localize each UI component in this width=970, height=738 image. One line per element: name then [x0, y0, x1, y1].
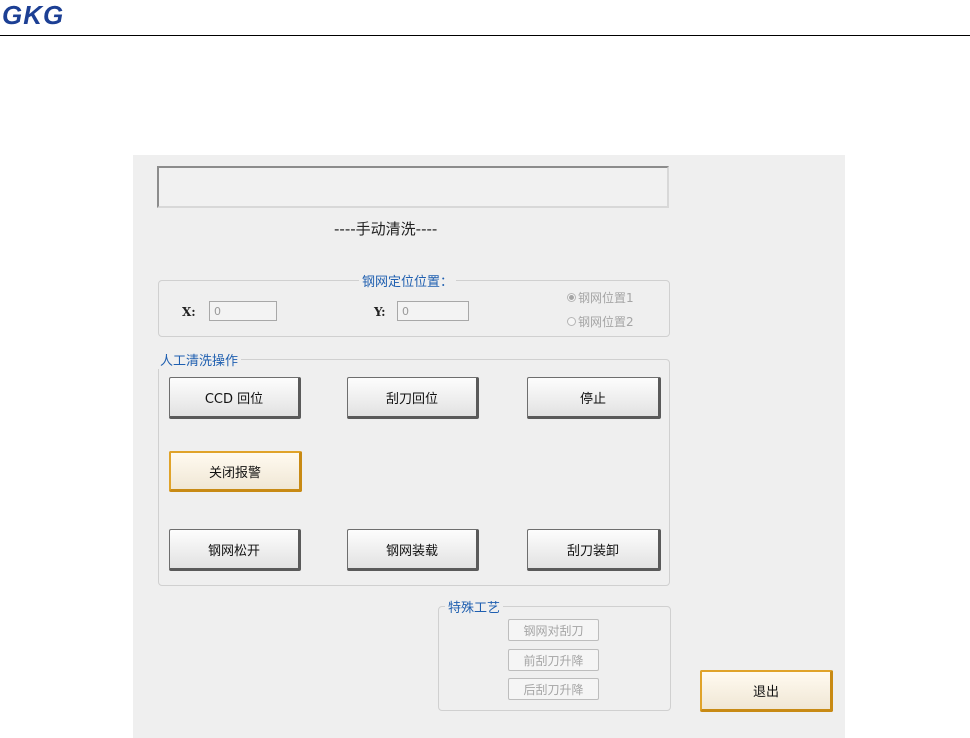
message-display [157, 166, 669, 208]
gkg-logo: GKG [2, 0, 65, 30]
rear-squeegee-lift-button[interactable]: 后刮刀升降 [508, 678, 599, 700]
radio-selected-icon [567, 293, 576, 302]
y-input[interactable] [397, 301, 469, 321]
stop-button[interactable]: 停止 [527, 377, 661, 419]
squeegee-mount-button[interactable]: 刮刀装卸 [527, 529, 661, 571]
y-label: Y: [374, 305, 386, 319]
stencil-position-2-radio[interactable]: 钢网位置2 [567, 313, 634, 330]
ccd-home-button[interactable]: CCD 回位 [169, 377, 301, 419]
manual-cleaning-legend: 人工清洗操作 [160, 354, 239, 369]
x-input[interactable] [209, 301, 277, 321]
x-label: X: [182, 305, 196, 319]
header-divider [0, 35, 970, 36]
stencil-release-button[interactable]: 钢网松开 [169, 529, 301, 571]
exit-button[interactable]: 退出 [700, 670, 833, 712]
stencil-to-squeegee-button[interactable]: 钢网对刮刀 [508, 619, 599, 641]
stencil-position-2-label: 钢网位置2 [578, 315, 634, 329]
mode-title: ----手动清洗---- [334, 220, 438, 238]
radio-unselected-icon [567, 317, 576, 326]
stencil-position-1-radio[interactable]: 钢网位置1 [567, 289, 634, 306]
special-process-legend: 特殊工艺 [448, 601, 501, 616]
manual-cleaning-panel: ----手动清洗---- 钢网定位位置： X: Y: 钢网位置1 钢网位置2 人… [133, 155, 845, 738]
close-alarm-button[interactable]: 关闭报警 [169, 451, 302, 492]
stencil-position-legend: 钢网定位位置： [362, 275, 454, 290]
stencil-position-1-label: 钢网位置1 [578, 291, 634, 305]
front-squeegee-lift-button[interactable]: 前刮刀升降 [508, 649, 599, 671]
stencil-load-button[interactable]: 钢网装载 [347, 529, 479, 571]
squeegee-home-button[interactable]: 刮刀回位 [347, 377, 479, 419]
